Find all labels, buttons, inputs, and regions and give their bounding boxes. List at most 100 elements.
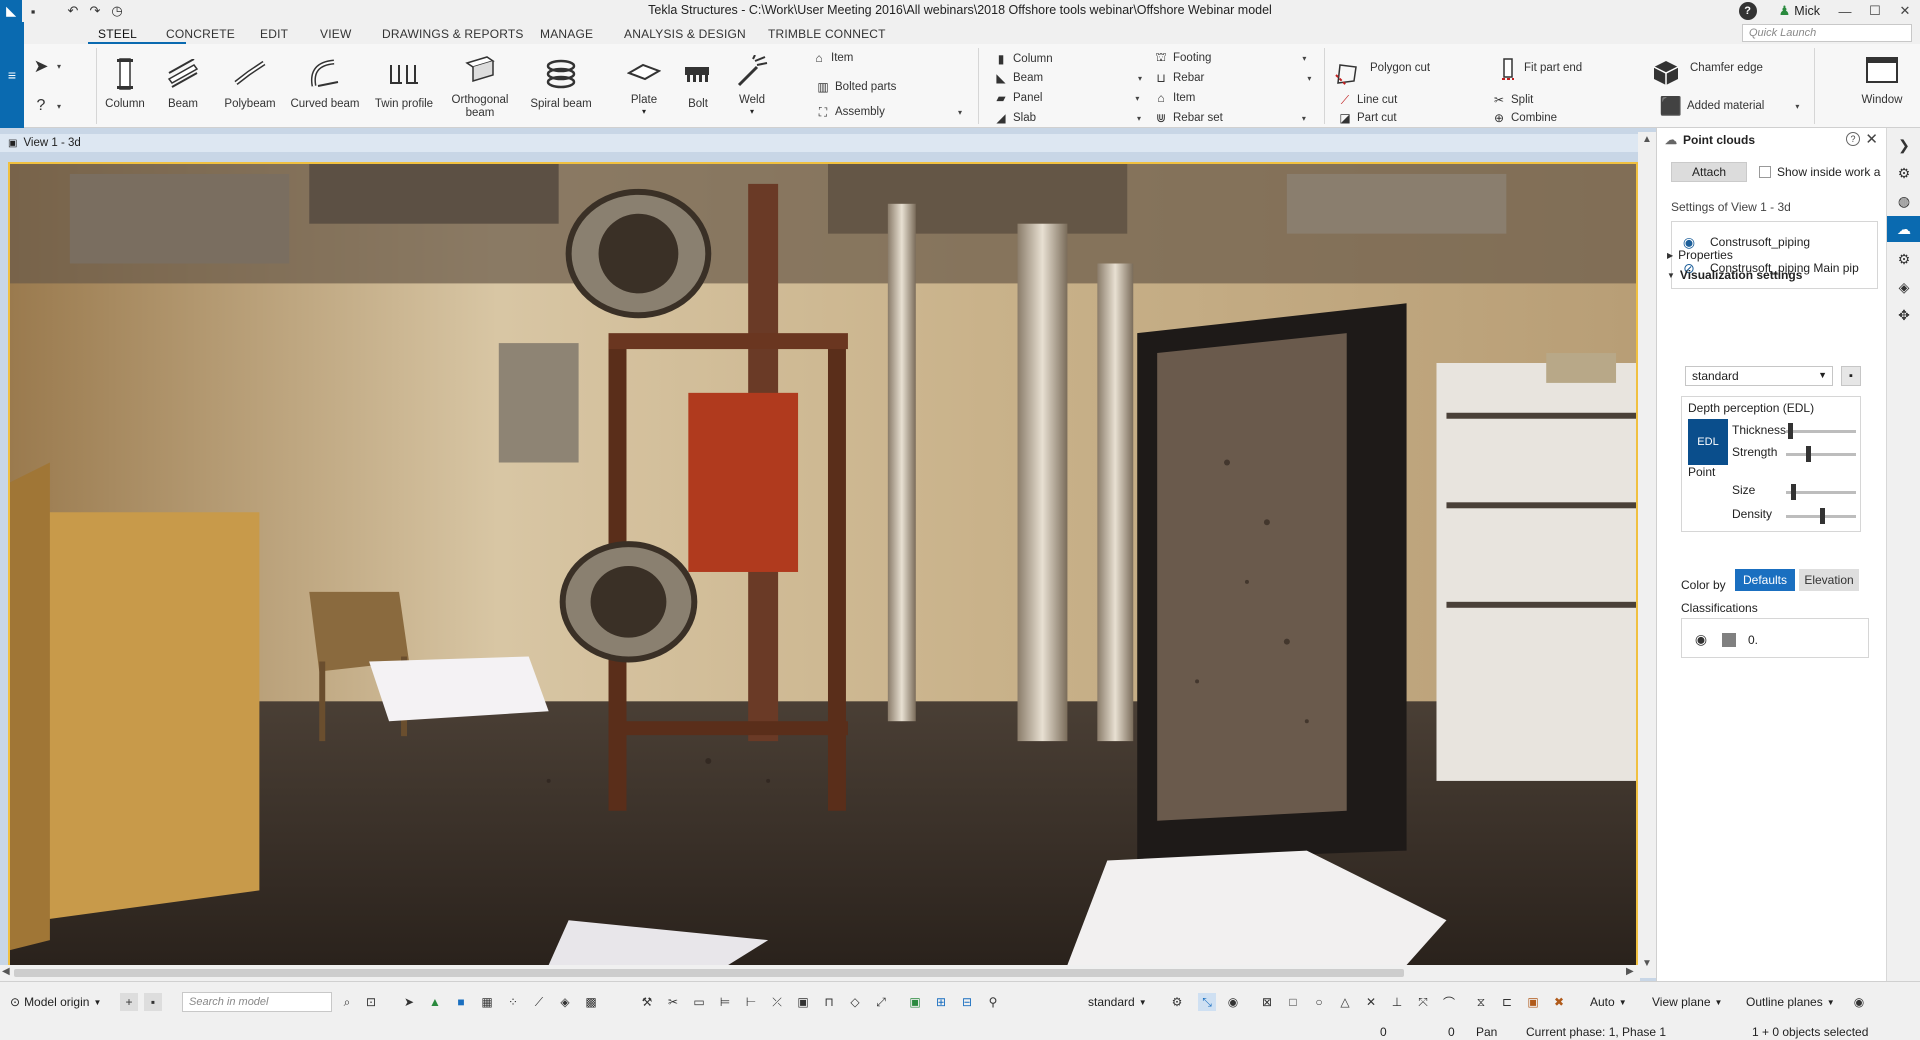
view-vertical-scrollbar[interactable]: ▲ ▼ — [1638, 132, 1656, 978]
tab-concrete[interactable]: CONCRETE — [166, 27, 235, 41]
snap-line-extension-icon[interactable]: ⤧ — [1414, 993, 1432, 1011]
select-grid-icon[interactable]: ▦ — [478, 993, 496, 1011]
snap-arc-icon[interactable]: ○ — [1310, 993, 1328, 1011]
snap-free-icon[interactable]: ⌒ — [1440, 993, 1458, 1011]
concrete-column-button[interactable]: ▮ Column — [994, 51, 1053, 67]
view-horizontal-scrollbar[interactable]: ◀ ▶ — [0, 965, 1640, 981]
rebar-button[interactable]: ⊔ Rebar ▾ — [1154, 70, 1311, 86]
snap-visibility-icon[interactable]: ◉ — [1224, 993, 1242, 1011]
scroll-left-icon[interactable]: ◀ — [2, 966, 10, 977]
snap-any-position-icon[interactable]: ✖ — [1550, 993, 1568, 1011]
minimize-button[interactable]: — — [1830, 0, 1860, 22]
snap-component-icon[interactable]: ▣ — [1524, 993, 1542, 1011]
weld-button[interactable]: Weld ▾ — [730, 44, 774, 128]
color-by-defaults-button[interactable]: Defaults — [1735, 569, 1795, 591]
select-measure-icon[interactable]: ⤢ — [872, 993, 890, 1011]
selection-filter-dropdown[interactable]: standard ▼ — [1088, 992, 1147, 1012]
scroll-up-icon[interactable]: ▲ — [1642, 134, 1652, 145]
snap-override-icon[interactable]: ⤡ — [1198, 993, 1216, 1011]
point-clouds-icon[interactable]: ☁ — [1887, 216, 1920, 242]
rebar-set-button[interactable]: ⋓ Rebar set ▾ — [1154, 110, 1306, 126]
snap-intersection-icon[interactable]: ✕ — [1362, 993, 1380, 1011]
strength-slider[interactable] — [1786, 446, 1856, 462]
window-button[interactable]: Window — [1854, 44, 1910, 128]
tab-analysis-design[interactable]: ANALYSIS & DESIGN — [624, 27, 746, 41]
help-icon[interactable]: ? — [1738, 2, 1757, 20]
tab-trimble-connect[interactable]: TRIMBLE CONNECT — [768, 27, 886, 41]
maximize-button[interactable]: ☐ — [1860, 0, 1890, 22]
curved-beam-button[interactable]: Curved beam — [288, 44, 362, 128]
side-menu-button[interactable]: ≡ — [0, 22, 24, 128]
slider-thumb[interactable] — [1806, 446, 1811, 462]
concrete-slab-button[interactable]: ◢ Slab ▾ — [994, 110, 1141, 126]
outline-planes-dropdown[interactable]: Outline planes ▼ — [1746, 992, 1835, 1012]
tab-steel[interactable]: STEEL — [98, 27, 137, 41]
tab-view[interactable]: VIEW — [320, 27, 351, 41]
view-3d[interactable] — [8, 162, 1638, 967]
eye-icon[interactable]: ◉ — [1692, 631, 1710, 648]
property-pane-icon[interactable]: ⚙ — [1893, 162, 1915, 184]
snap-settings-icon[interactable]: ⚙ — [1168, 993, 1186, 1011]
tab-manage[interactable]: MANAGE — [540, 27, 593, 41]
select-grid-lines-icon[interactable]: ⊨ — [716, 993, 734, 1011]
line-cut-button[interactable]: ⟋ Line cut — [1338, 92, 1397, 108]
thickness-slider[interactable] — [1786, 423, 1856, 439]
view-title-bar[interactable]: ▣ View 1 - 3d — [0, 134, 1656, 152]
user-account[interactable]: ♟ Mick — [1779, 3, 1820, 19]
show-inside-work-area-checkbox[interactable]: Show inside work a — [1759, 165, 1880, 179]
view-plane-dropdown[interactable]: View plane ▼ — [1652, 992, 1722, 1012]
edl-toggle-button[interactable]: EDL — [1688, 419, 1728, 465]
select-tool[interactable]: ➤ ▾ — [33, 56, 61, 76]
concrete-panel-button[interactable]: ▰ Panel ▾ — [994, 90, 1139, 106]
snap-geometry-lines-icon[interactable]: □ — [1284, 993, 1302, 1011]
search-options-icon[interactable]: ⊡ — [362, 993, 380, 1011]
select-layers-icon[interactable]: ◇ — [846, 993, 864, 1011]
slider-thumb[interactable] — [1820, 508, 1825, 524]
visualization-settings-toggle[interactable]: ▼ Visualization settings — [1667, 268, 1802, 282]
search-icon[interactable]: ⌕ — [338, 993, 356, 1011]
panel-close-icon[interactable]: ✕ — [1865, 130, 1878, 148]
close-button[interactable]: ✕ — [1890, 0, 1920, 22]
select-surface-icon[interactable]: ⤫ — [768, 993, 786, 1011]
add-icon[interactable]: + — [120, 993, 138, 1011]
fit-part-end-button[interactable]: Fit part end — [1524, 60, 1582, 76]
tekla-logo-icon[interactable]: ◣ — [0, 0, 22, 22]
select-reinforcement-icon[interactable]: ⊓ — [820, 993, 838, 1011]
size-slider[interactable] — [1786, 484, 1856, 500]
select-welds-icon[interactable]: ⚒ — [638, 993, 656, 1011]
scroll-down-icon[interactable]: ▼ — [1642, 958, 1652, 969]
select-component-objects-icon[interactable]: ⊞ — [932, 993, 950, 1011]
beam-button[interactable]: Beam — [158, 44, 208, 128]
footing-button[interactable]: ⛫ Footing ▾ — [1154, 50, 1306, 66]
concrete-beam-button[interactable]: ◣ Beam ▾ — [994, 70, 1142, 86]
color-by-elevation-button[interactable]: Elevation — [1799, 569, 1859, 591]
ribbon-item-button[interactable]: ⌂ Item — [812, 50, 853, 66]
save-style-button[interactable]: ▪ — [1841, 366, 1861, 386]
cube-icon[interactable]: ◈ — [1893, 276, 1915, 298]
select-points-icon[interactable]: ⁘ — [504, 993, 522, 1011]
visibility-eye-icon[interactable]: ◉ — [1850, 993, 1868, 1011]
components-icon[interactable]: ✥ — [1893, 304, 1915, 326]
properties-section-toggle[interactable]: ▶ Properties — [1667, 248, 1733, 262]
polygon-cut-button[interactable]: Polygon cut — [1370, 60, 1430, 76]
combine-button[interactable]: ⊕ Combine — [1492, 110, 1557, 126]
checkbox-box[interactable] — [1759, 166, 1771, 178]
split-button[interactable]: ✂ Split — [1492, 92, 1533, 108]
select-cuts-icon[interactable]: ✂ — [664, 993, 682, 1011]
select-views-icon[interactable]: ▭ — [690, 993, 708, 1011]
quick-launch-input[interactable]: Quick Launch — [1742, 24, 1912, 42]
point-cloud-render[interactable] — [10, 164, 1636, 965]
select-objects-in-component-icon[interactable]: ⊟ — [958, 993, 976, 1011]
assembly-dropdown[interactable]: ▾ — [958, 108, 962, 117]
bolted-parts-button[interactable]: ▥ Bolted parts — [816, 79, 896, 95]
class-color-swatch[interactable] — [1722, 632, 1736, 647]
search-in-model-input[interactable]: Search in model — [182, 992, 332, 1012]
column-button[interactable]: Column — [100, 44, 150, 128]
select-objects-icon[interactable]: ■ — [452, 993, 470, 1011]
assembly-button[interactable]: ⛶ Assembly — [816, 104, 885, 120]
list-item[interactable]: ◉ 0. — [1692, 631, 1758, 648]
history-icon[interactable]: ◷ — [106, 0, 128, 22]
bolt-button[interactable]: Bolt — [676, 44, 720, 128]
help-tool[interactable]: ? ▾ — [34, 97, 61, 114]
tab-edit[interactable]: EDIT — [260, 27, 288, 41]
